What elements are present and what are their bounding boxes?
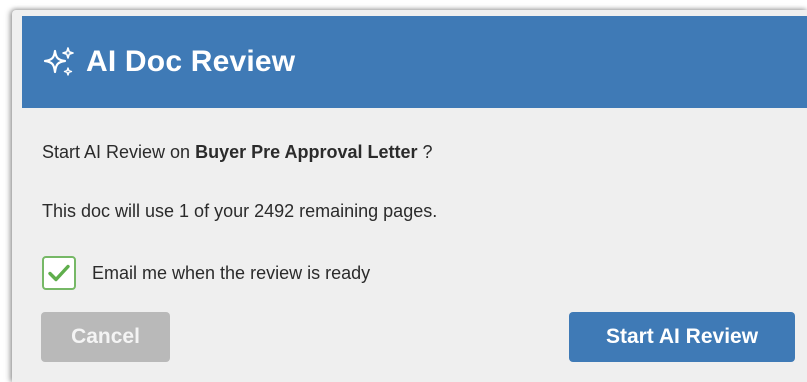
sparkles-icon (42, 45, 76, 79)
review-prompt-prefix: Start AI Review on (42, 142, 196, 162)
email-checkbox-label[interactable]: Email me when the review is ready (92, 263, 370, 284)
email-checkbox[interactable] (42, 256, 76, 290)
dialog-title: AI Doc Review (86, 45, 296, 78)
dialog-header: AI Doc Review (22, 16, 807, 108)
review-prompt: Start AI Review on Buyer Pre Approval Le… (42, 142, 433, 163)
email-notification-option[interactable]: Email me when the review is ready (42, 256, 370, 290)
review-prompt-suffix: ? (417, 142, 433, 162)
document-name: Buyer Pre Approval Letter (195, 142, 418, 162)
cancel-button[interactable]: Cancel (41, 312, 170, 362)
page-usage-text: This doc will use 1 of your 2492 remaini… (42, 201, 438, 221)
start-ai-review-button[interactable]: Start AI Review (569, 312, 795, 362)
ai-doc-review-dialog: AI Doc Review Start AI Review on Buyer P… (12, 10, 807, 382)
dialog-body: Start AI Review on Buyer Pre Approval Le… (22, 108, 807, 382)
checkmark-icon (48, 264, 70, 282)
